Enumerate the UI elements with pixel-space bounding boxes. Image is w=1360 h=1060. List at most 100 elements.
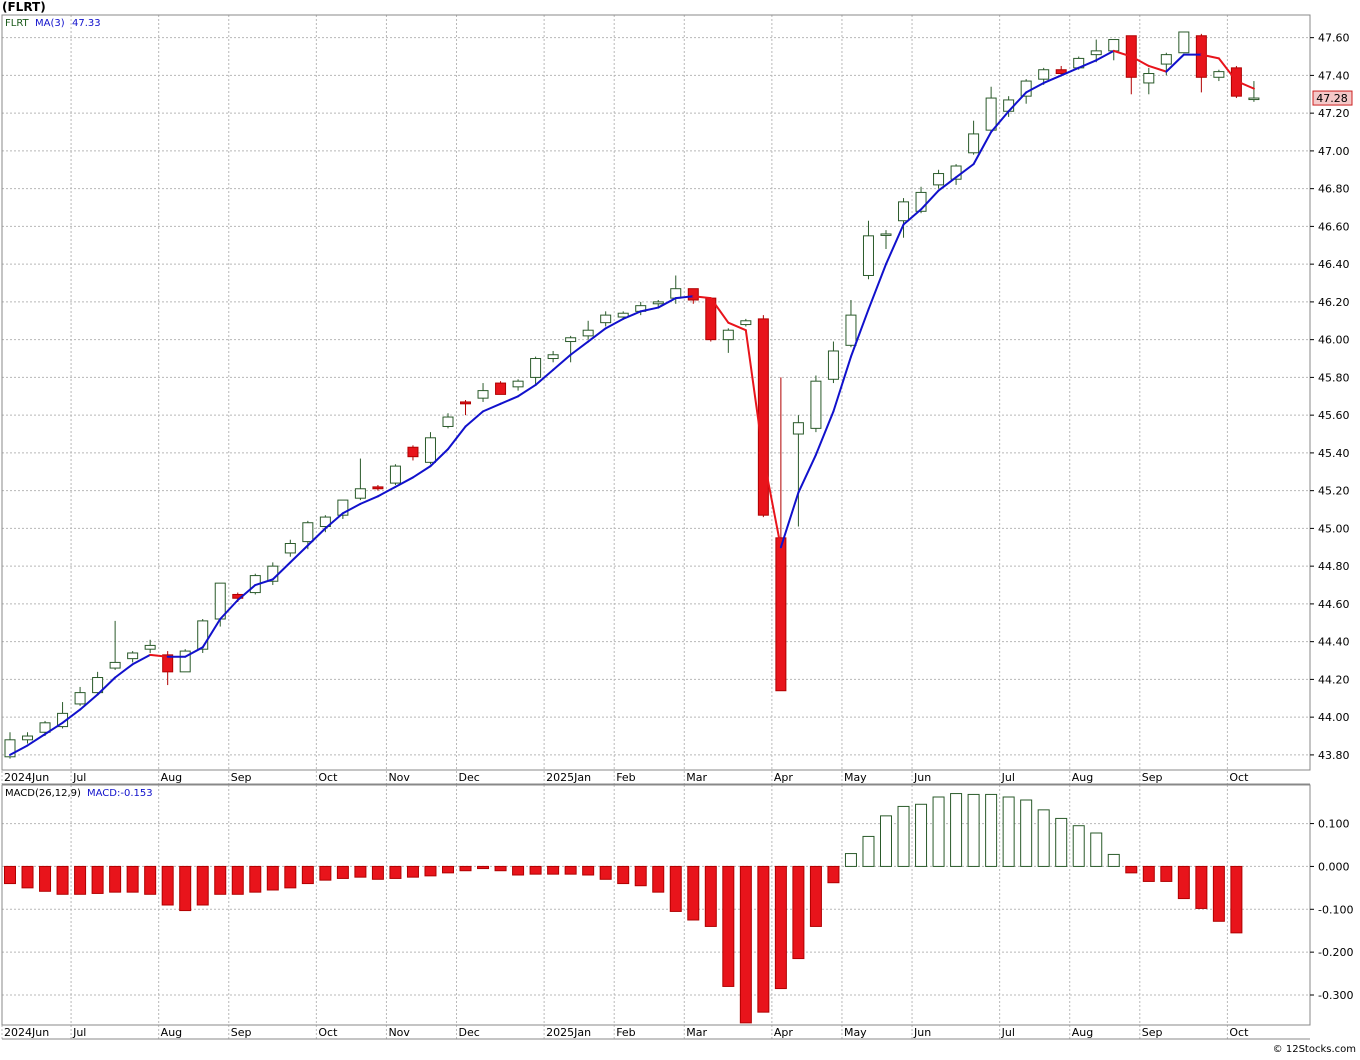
macd-bar-negative	[74, 865, 87, 895]
macd-bar-negative	[512, 865, 525, 876]
macd-bar-negative	[109, 865, 122, 893]
candle-up	[1090, 50, 1102, 56]
price-x-tick-label: Jun	[913, 771, 931, 784]
macd-bar-negative	[39, 865, 52, 892]
macd-bar-negative	[161, 865, 174, 906]
candle-up	[530, 358, 542, 378]
ma3-segment	[464, 410, 485, 428]
price-x-tick-label: Sep	[1142, 771, 1163, 784]
macd-y-tick-label: -0.200	[1318, 946, 1353, 959]
macd-x-tick-label: Aug	[1072, 1026, 1093, 1039]
price-y-tick-label: 43.80	[1318, 749, 1350, 762]
macd-x-tick-label: May	[844, 1026, 867, 1039]
candle-down	[775, 537, 787, 692]
macd-bar-positive	[1072, 825, 1085, 867]
price-y-tick-label: 47.20	[1318, 107, 1350, 120]
macd-x-tick-label: Oct	[1229, 1026, 1249, 1039]
macd-bar-positive	[1020, 799, 1033, 867]
price-y-tick-label: 44.20	[1318, 673, 1350, 686]
price-x-tick-label: May	[844, 771, 867, 784]
macd-bar-negative	[371, 865, 384, 880]
macd-x-tick-label: Jul	[72, 1026, 86, 1039]
candle-up	[144, 644, 156, 650]
macd-x-tick-label: Nov	[388, 1026, 410, 1039]
macd-bar-positive	[1090, 832, 1103, 867]
price-legend-symbol: FLRT	[5, 18, 30, 29]
macd-bar-negative	[634, 865, 647, 887]
macd-bar-negative	[319, 865, 332, 881]
macd-bar-negative	[284, 865, 297, 889]
macd-bar-positive	[1037, 809, 1050, 867]
candle-down	[1195, 35, 1207, 78]
price-y-tick-label: 47.00	[1318, 145, 1350, 158]
price-x-tick-label: Apr	[774, 771, 794, 784]
macd-y-tick-label: 0.000	[1318, 860, 1350, 873]
candle-up	[547, 354, 559, 360]
macd-bar-negative	[336, 865, 349, 879]
candle-up	[810, 380, 822, 429]
price-y-tick-label: 46.80	[1318, 183, 1350, 196]
price-x-tick-label: Jul	[72, 771, 86, 784]
macd-bar-negative	[406, 865, 419, 878]
macd-bar-negative	[249, 865, 262, 893]
price-panel-frame	[1, 14, 1311, 771]
candle-up	[1108, 39, 1120, 52]
macd-bar-positive	[950, 793, 963, 867]
macd-bar-negative	[56, 865, 69, 895]
macd-bar-negative	[144, 865, 157, 895]
candle-up	[389, 465, 401, 484]
price-x-tick-label: 2025Jan	[546, 771, 591, 784]
macd-bar-negative	[424, 865, 437, 877]
macd-bar-negative	[529, 865, 542, 875]
footer-credit: © 12Stocks.com	[1273, 1044, 1356, 1055]
candle-up	[1160, 54, 1172, 65]
candle-up	[127, 652, 139, 660]
candle-down	[687, 288, 699, 301]
price-x-tick-label: Aug	[161, 771, 182, 784]
price-y-tick-label: 46.40	[1318, 258, 1350, 271]
marks-layer	[4, 31, 1260, 1024]
macd-x-tick-label: Oct	[318, 1026, 338, 1039]
macd-bar-negative	[354, 865, 367, 878]
candle-down	[495, 382, 507, 395]
candle-up	[845, 314, 857, 346]
candle-up	[1038, 69, 1050, 80]
macd-x-tick-label: Apr	[774, 1026, 794, 1039]
macd-bar-negative	[459, 865, 472, 872]
macd-bar-positive	[967, 793, 980, 867]
macd-bar-negative	[617, 865, 630, 885]
price-x-tick-label: Nov	[388, 771, 410, 784]
price-y-tick-label: 45.00	[1318, 522, 1350, 535]
candle-up	[424, 437, 436, 463]
macd-legend-value: MACD:-0.153	[87, 788, 153, 799]
price-y-tick-label: 47.60	[1318, 32, 1350, 45]
macd-bar-positive	[844, 853, 857, 867]
candle-up	[827, 350, 839, 380]
macd-bar-negative	[757, 865, 770, 1013]
candle-up	[880, 233, 892, 236]
macd-bar-positive	[897, 805, 910, 867]
candle-down	[460, 401, 472, 405]
macd-bar-negative	[687, 865, 700, 921]
chart-stage: 43.80 44.00 44.20 44.40 44.60 44.80 45.00 45.20…	[0, 0, 1360, 1056]
macd-bar-negative	[266, 865, 279, 891]
price-y-tick-label: 45.40	[1318, 447, 1350, 460]
macd-bar-negative	[809, 865, 822, 927]
macd-bar-positive	[862, 835, 875, 867]
macd-y-tick-label: -0.100	[1318, 903, 1353, 916]
candle-up	[862, 235, 874, 276]
candle-up	[565, 337, 577, 343]
macd-bar-positive	[1055, 817, 1068, 867]
candle-up	[442, 416, 454, 427]
price-x-tick-label: 2024Jun	[4, 771, 49, 784]
price-y-tick-label: 45.20	[1318, 485, 1350, 498]
macd-x-tick-label: Mar	[686, 1026, 707, 1039]
macd-bar-negative	[477, 865, 490, 870]
candle-up	[740, 320, 752, 326]
chart-canvas: 43.80 44.00 44.20 44.40 44.60 44.80 45.00 45.20…	[1, 0, 1356, 1055]
price-y-tick-label: 44.60	[1318, 598, 1350, 611]
macd-bar-negative	[1177, 865, 1190, 900]
candle-up	[1020, 80, 1032, 97]
symbol-title: (FLRT)	[2, 0, 46, 14]
candle-up	[354, 488, 366, 499]
